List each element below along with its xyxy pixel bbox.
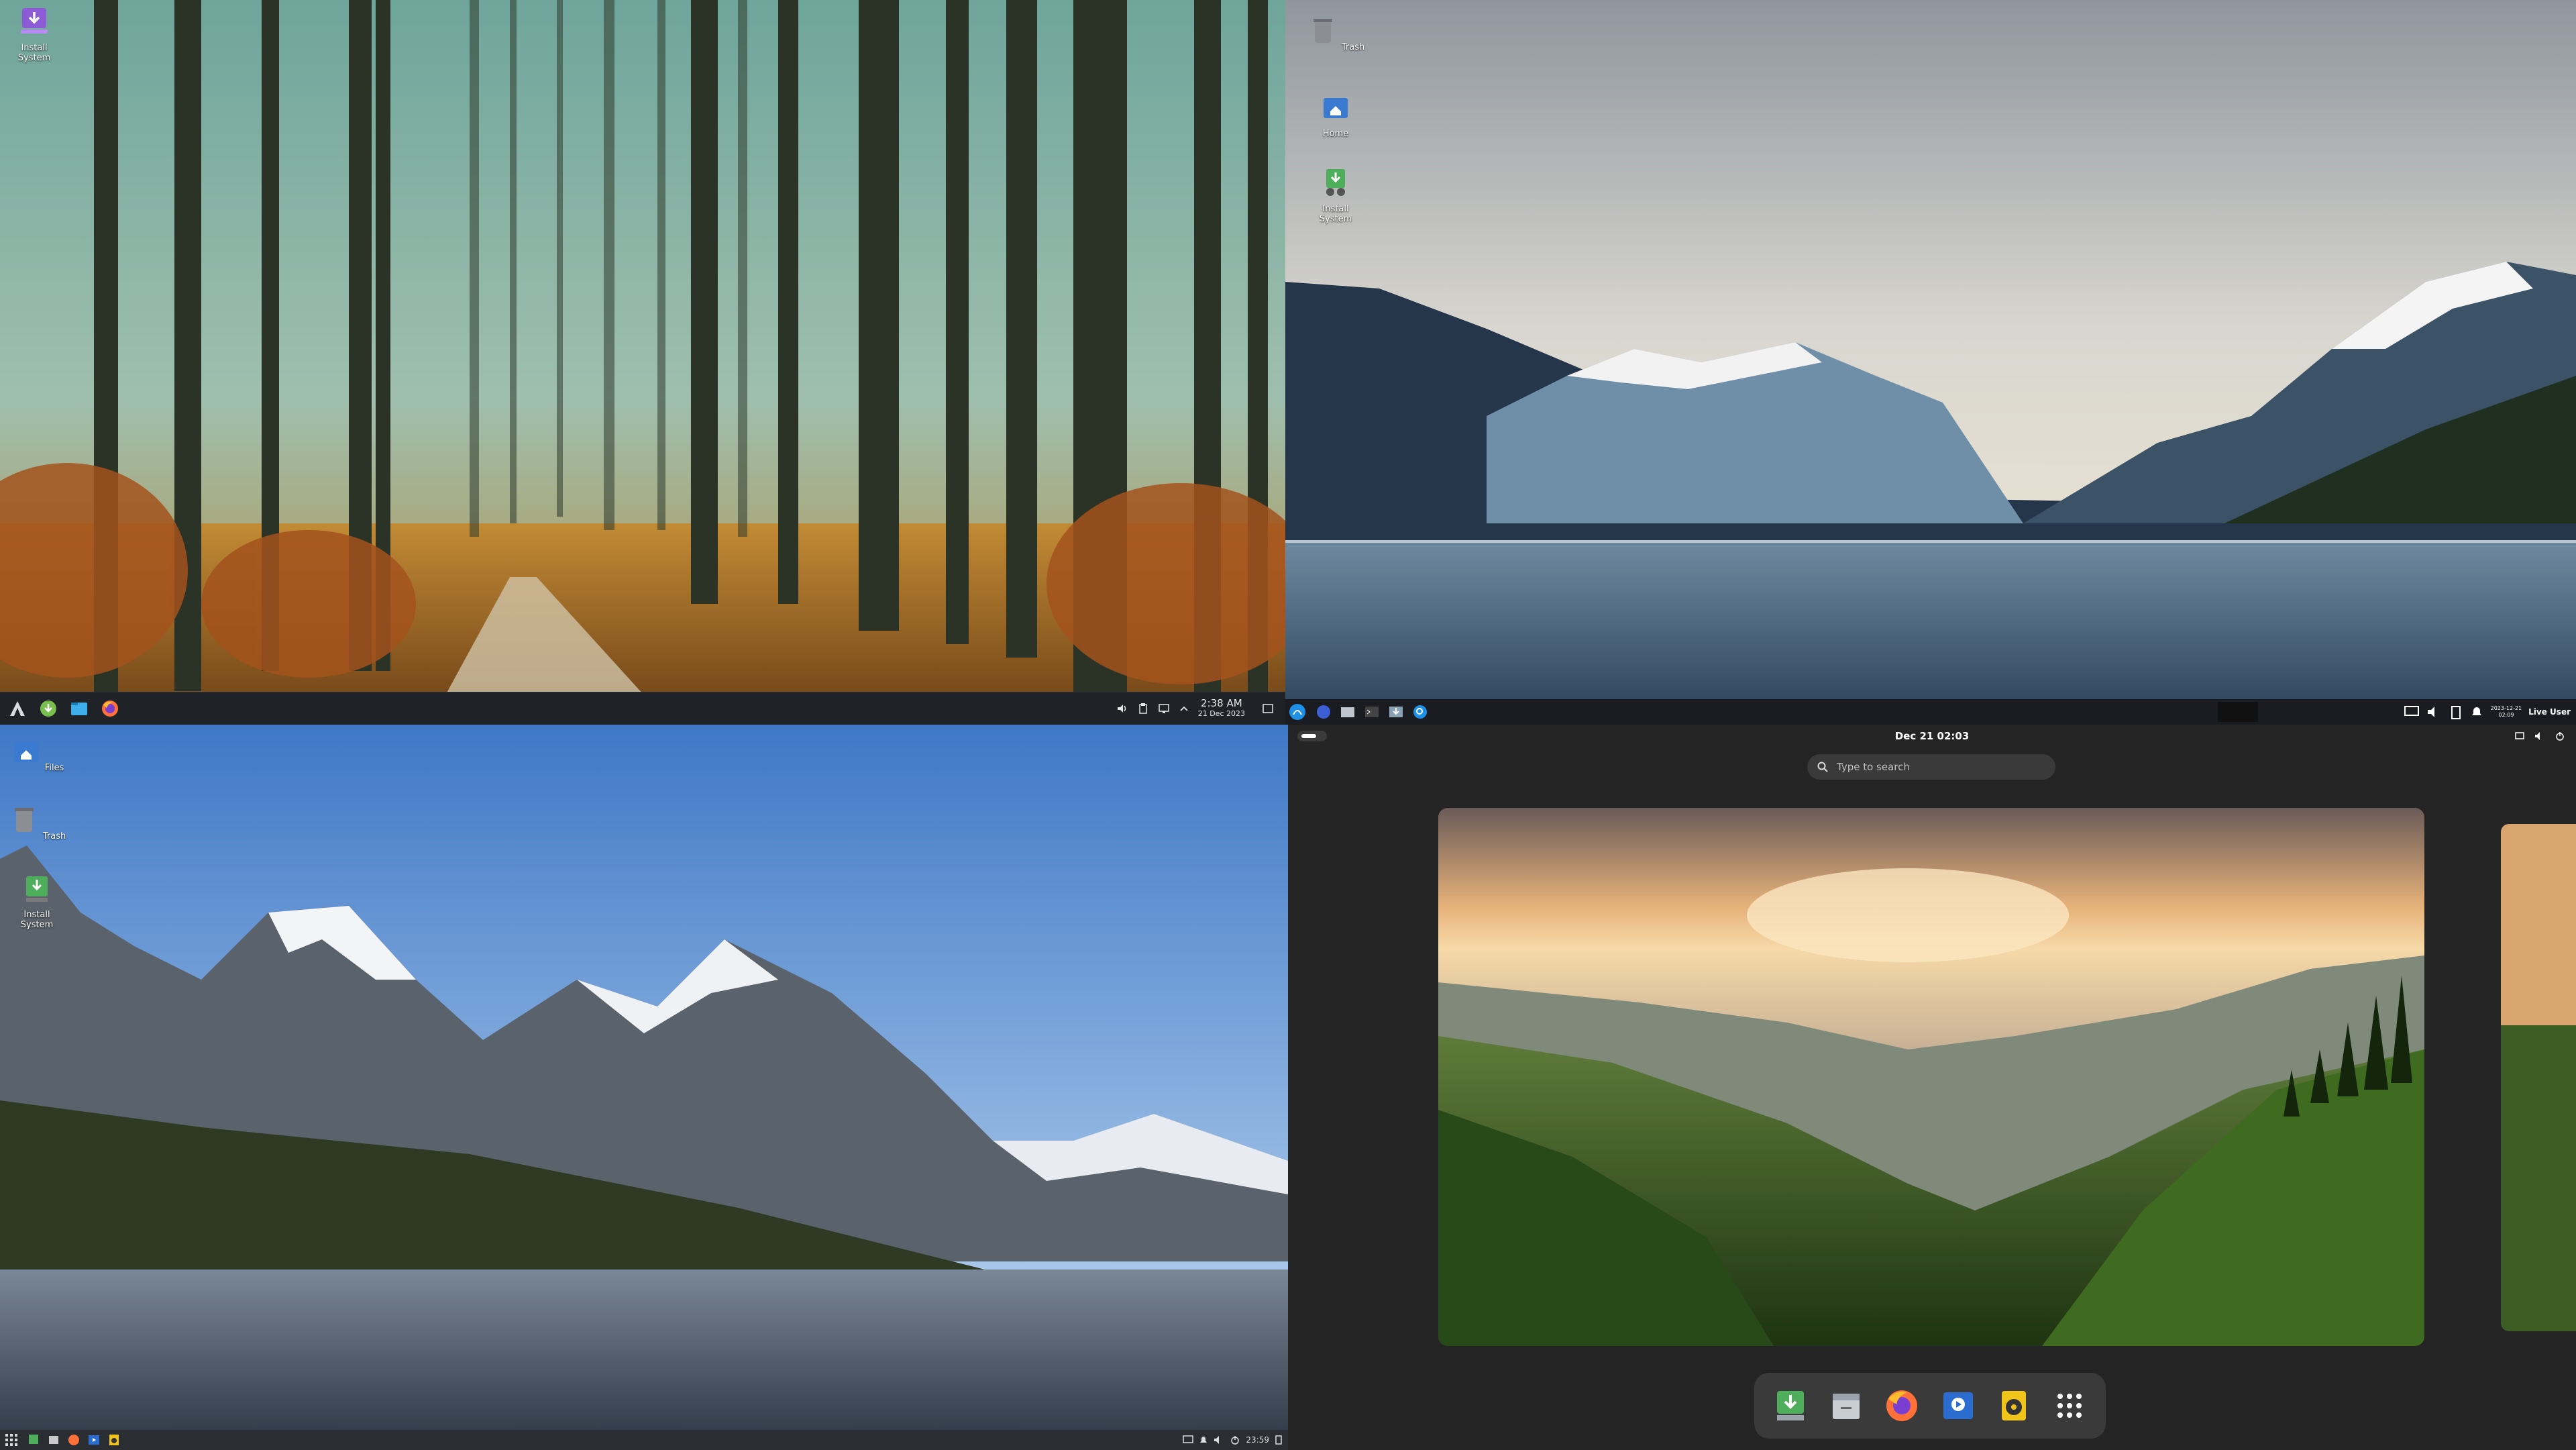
dash <box>1754 1373 2106 1439</box>
desktop-icon-install-system[interactable]: Install System <box>7 872 67 930</box>
firefox-icon <box>102 701 118 717</box>
files-icon <box>71 703 87 715</box>
chevron-up-icon[interactable] <box>1179 704 1189 713</box>
desktop-icon-label: Trash <box>1341 42 1365 52</box>
lake-wallpaper <box>1285 0 2576 725</box>
trash-icon <box>14 808 34 832</box>
terminal-icon[interactable] <box>1363 703 1381 721</box>
clock-time: 2:38 AM <box>1201 697 1242 709</box>
notification-bell-icon[interactable] <box>1199 1435 1208 1445</box>
install-icon <box>1776 1391 1804 1420</box>
dock-music[interactable] <box>1992 1384 2035 1427</box>
display-icon[interactable] <box>1158 703 1170 715</box>
files-icon[interactable] <box>47 1433 60 1447</box>
home-folder-icon <box>13 742 38 762</box>
forest-wallpaper <box>0 0 1285 725</box>
clock[interactable]: Dec 21 02:03 <box>1288 730 2576 742</box>
system-tray: 2023-12-21 02:09 Live User <box>2404 705 2576 719</box>
clock[interactable]: 2023-12-21 02:09 <box>2491 705 2522 719</box>
battery-icon[interactable] <box>2449 705 2463 719</box>
clock-time: 02:09 <box>2498 712 2514 718</box>
workspace-thumbnail[interactable] <box>1438 808 2424 1346</box>
firefox-icon[interactable] <box>67 1433 80 1447</box>
dock-files[interactable] <box>1825 1384 1868 1427</box>
video-player-icon[interactable] <box>87 1433 101 1447</box>
mountain-wallpaper <box>0 725 1288 1450</box>
discover-launcher[interactable] <box>35 695 62 722</box>
files-icon <box>1832 1394 1860 1419</box>
desktop-lxqt: Trash Home Install System 2023-12-21 02:… <box>1285 0 2576 725</box>
system-tray: 23:59 <box>1183 1435 1288 1445</box>
install-icon[interactable] <box>27 1433 40 1447</box>
home-folder-icon <box>1324 98 1348 118</box>
user-name[interactable]: Live User <box>2528 707 2571 717</box>
install-icon <box>1326 169 1345 196</box>
files-icon[interactable] <box>1339 703 1356 721</box>
search-icon <box>1817 762 1828 772</box>
clock-date: 21 Dec 2023 <box>1197 709 1245 718</box>
install-icon <box>26 876 48 902</box>
music-icon[interactable] <box>107 1433 121 1447</box>
task-placeholder[interactable] <box>2218 702 2258 722</box>
show-desktop-icon[interactable] <box>1275 1435 1283 1445</box>
dock-show-apps[interactable] <box>2048 1384 2091 1427</box>
trash-icon <box>1313 19 1332 43</box>
search-input[interactable] <box>1835 760 2039 774</box>
install-icon <box>21 8 48 34</box>
system-tray: 2:38 AM 21 Dec 2023 <box>1116 698 1285 719</box>
desktop-icon-label: Home <box>1322 129 1349 139</box>
clock[interactable]: 2:38 AM 21 Dec 2023 <box>1198 698 1245 719</box>
notification-bell-icon[interactable] <box>2469 705 2484 719</box>
display-icon[interactable] <box>1183 1435 1194 1445</box>
desktop-icon-install-system[interactable]: Install System <box>1305 166 1366 224</box>
desktop-icon-label: Install System <box>20 910 54 930</box>
valley-wallpaper <box>1438 808 2424 1346</box>
volume-icon[interactable] <box>1214 1435 1224 1445</box>
desktop-icon-home[interactable]: Home <box>1305 91 1366 139</box>
dock-firefox[interactable] <box>1880 1384 1923 1427</box>
dock-install-system[interactable] <box>1769 1384 1812 1427</box>
firefox-launcher[interactable] <box>97 695 123 722</box>
desktop-kde: Install System 2:38 AM 21 Dec 2023 <box>0 0 1285 725</box>
desktop-icon-trash[interactable]: Trash <box>7 804 67 841</box>
volume-icon[interactable] <box>1116 703 1128 715</box>
show-apps-icon <box>2057 1394 2082 1418</box>
taskbar: 2:38 AM 21 Dec 2023 <box>0 692 1285 725</box>
app-grid-icon[interactable] <box>4 1433 19 1447</box>
show-desktop-icon[interactable] <box>1261 702 1275 715</box>
downloads-icon[interactable] <box>1387 703 1405 721</box>
next-workspace-thumbnail[interactable] <box>2501 824 2576 1331</box>
search-bar[interactable] <box>1807 754 2055 780</box>
desktop-icon-label: Files <box>44 763 64 773</box>
dock-video-player[interactable] <box>1937 1384 1980 1427</box>
desktop-icon-label: Trash <box>42 831 66 841</box>
desktop-icon-label: Install System <box>17 43 51 63</box>
display-icon[interactable] <box>2404 705 2420 719</box>
desktop-icon-files[interactable]: Files <box>7 735 67 773</box>
firefox-icon <box>1886 1390 1918 1421</box>
clipboard-icon[interactable] <box>1138 703 1148 715</box>
video-player-icon <box>1943 1392 1973 1419</box>
discover-icon <box>40 701 56 717</box>
valley-wallpaper <box>2501 824 2576 1331</box>
browser-icon[interactable] <box>1315 703 1332 721</box>
clock-time[interactable]: 23:59 <box>1246 1435 1269 1445</box>
app-launcher-icon[interactable] <box>1288 703 1307 721</box>
desktop-gnome-overview: Dec 21 02:03 <box>1288 725 2576 1450</box>
desktop-icon-label: Install System <box>1319 204 1352 224</box>
desktop-xfce: Files Trash Install System 23:59 <box>0 725 1288 1450</box>
files-launcher[interactable] <box>66 695 93 722</box>
music-icon <box>2001 1391 2026 1420</box>
app-launcher-button[interactable] <box>4 695 31 722</box>
top-bar: Dec 21 02:03 <box>1288 725 2576 747</box>
search-icon[interactable] <box>1411 703 1429 721</box>
clock-date: 2023-12-21 <box>2490 705 2522 711</box>
desktop-icon-trash[interactable]: Trash <box>1305 15 1366 52</box>
power-icon[interactable] <box>1230 1435 1240 1445</box>
app-launcher-icon <box>10 701 25 716</box>
volume-icon[interactable] <box>2426 705 2443 719</box>
taskbar: 2023-12-21 02:09 Live User <box>1285 699 2576 725</box>
taskbar: 23:59 <box>0 1430 1288 1450</box>
desktop-icon-install-system[interactable]: Install System <box>4 5 64 63</box>
